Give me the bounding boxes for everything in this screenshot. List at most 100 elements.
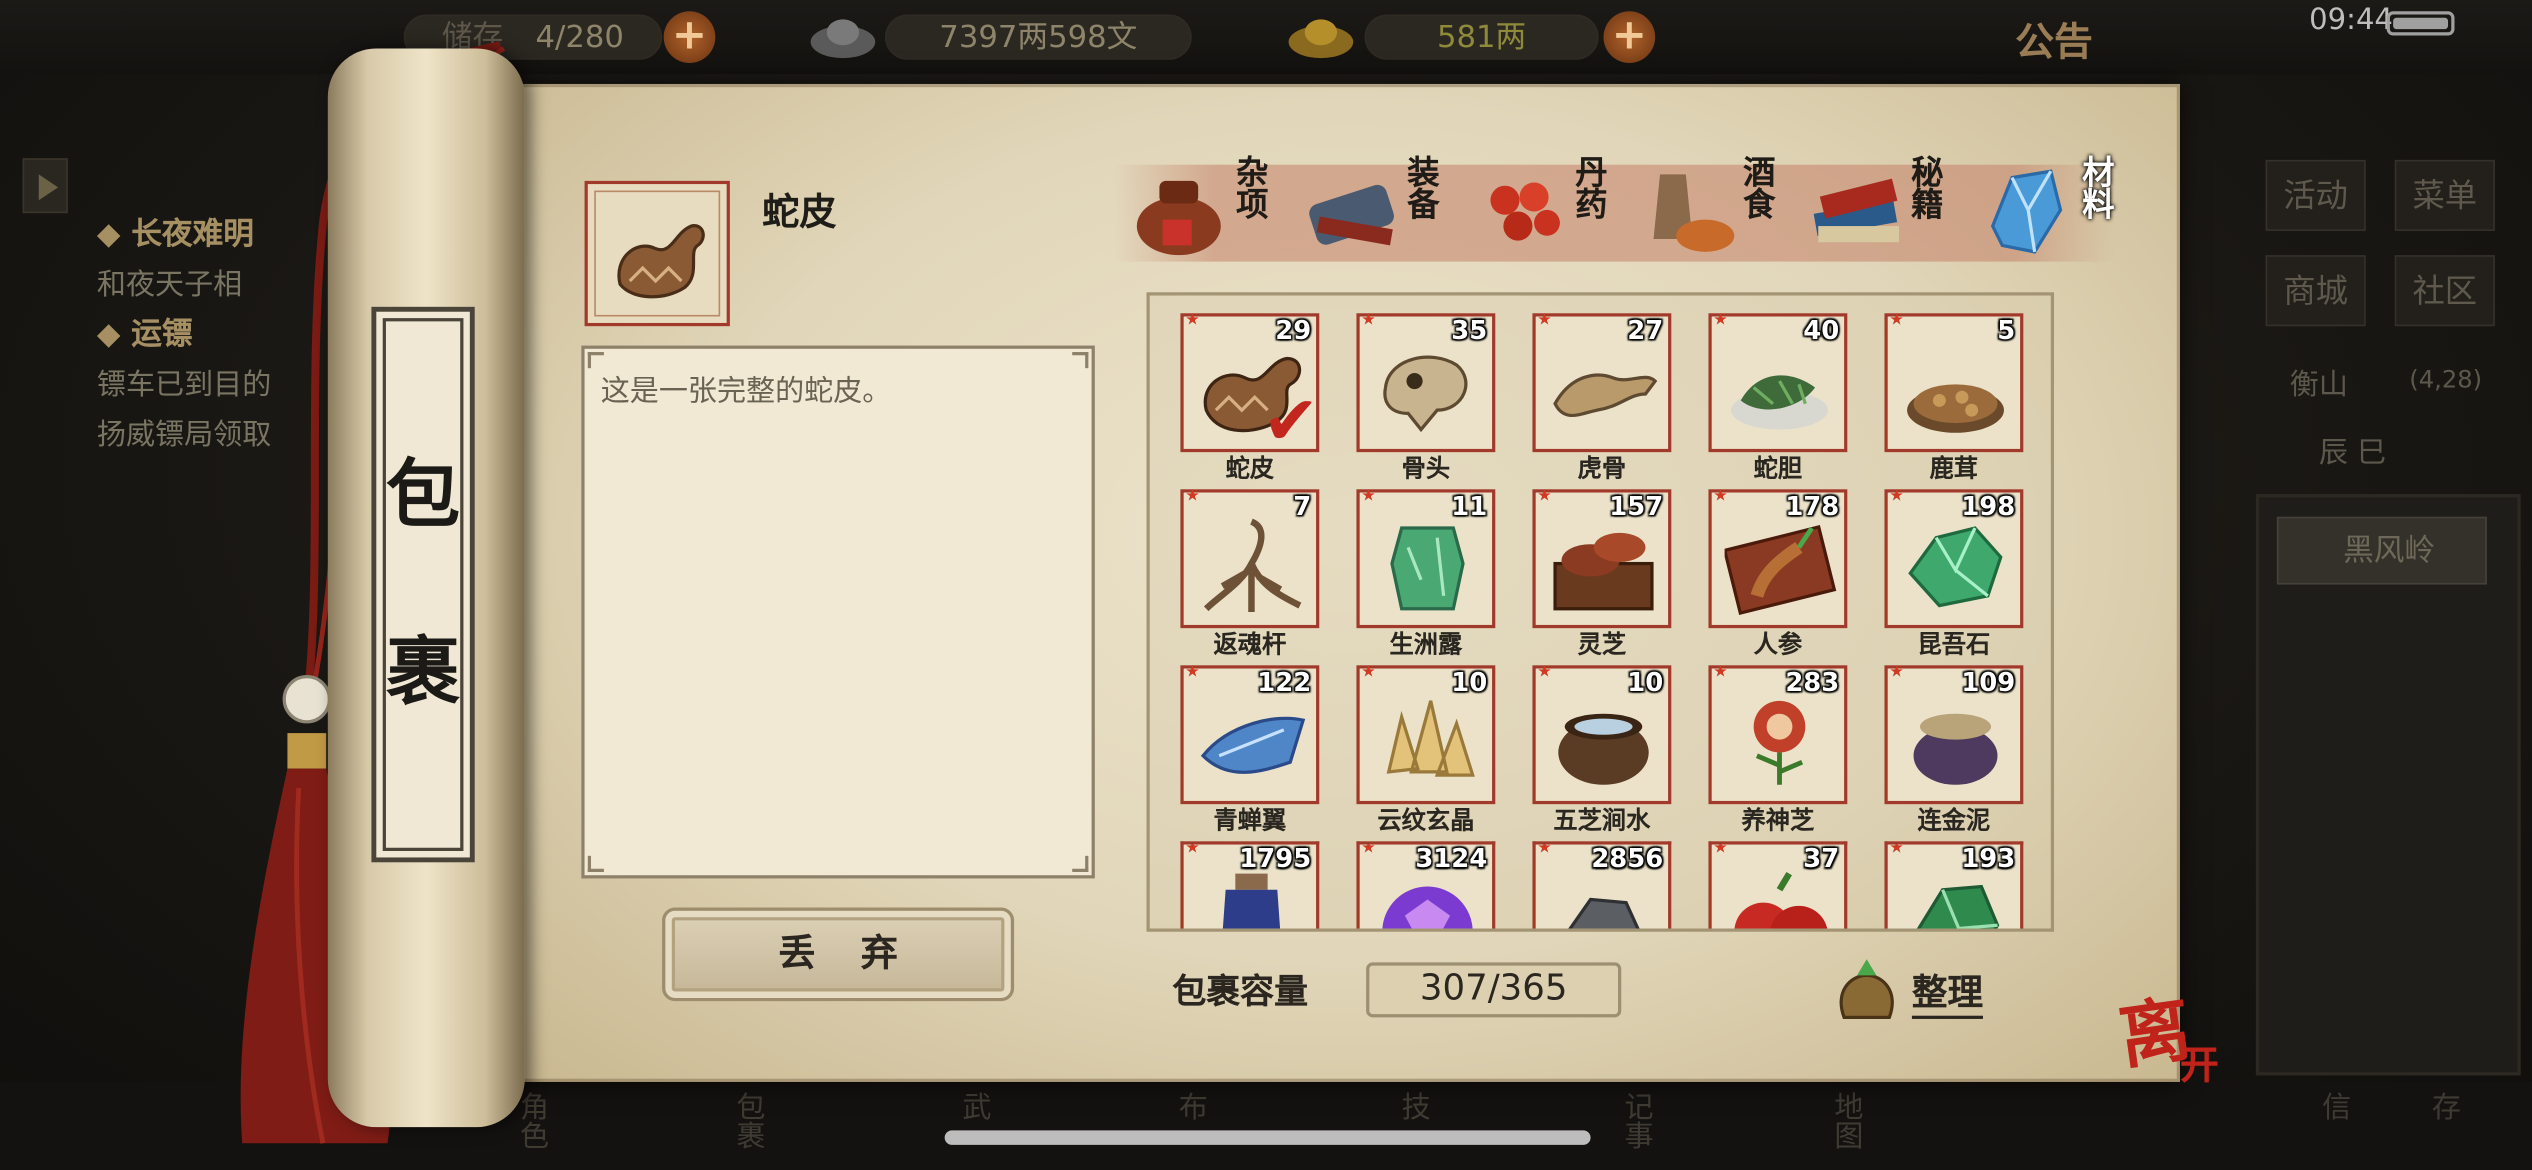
item-slot[interactable]: 7	[1180, 488, 1320, 629]
item-name: 返魂杆	[1213, 629, 1287, 659]
nav-journal[interactable]: 记事	[1615, 1092, 1657, 1150]
item-slot[interactable]: 10	[1356, 664, 1496, 805]
item-name: 鹿茸	[1929, 453, 1979, 483]
tab-label: 丹药	[1569, 155, 1609, 220]
mud-pot-icon	[1913, 713, 1998, 785]
tab-label: 酒食	[1737, 155, 1777, 220]
nav-storage[interactable]: 存	[2422, 1092, 2464, 1121]
item-name: 虎骨	[1577, 453, 1627, 483]
home-indicator[interactable]	[944, 1130, 1591, 1145]
item-slot[interactable]: 109	[1884, 664, 2024, 805]
quest-title: 运镖	[131, 316, 193, 353]
silver-ingot-icon	[810, 19, 876, 59]
item-count: 283	[1785, 666, 1840, 698]
item-name: 人参	[1753, 629, 1803, 659]
item-slot[interactable]: 198	[1884, 488, 2024, 629]
item-slot[interactable]: 11	[1356, 488, 1496, 629]
item-name: 昆吾石	[1917, 629, 1991, 659]
nav-layout[interactable]: 布	[1169, 1092, 1211, 1121]
item-slot[interactable]: 2856	[1532, 841, 1672, 929]
sort-button[interactable]: 整理	[1831, 953, 2009, 1024]
tab-label: 材料	[2076, 155, 2116, 220]
community-button[interactable]: 社区	[2394, 255, 2495, 327]
bag-title-char-2: 裹	[385, 628, 461, 716]
water-pot-icon	[1558, 713, 1649, 785]
item-name: 蛇胆	[1753, 453, 1803, 483]
lingzhi-icon	[1553, 532, 1654, 611]
notice-button[interactable]: 公告	[2015, 10, 2093, 67]
time-dial: 辰 巳	[2318, 435, 2387, 470]
nav-map[interactable]: 地图	[1825, 1092, 1867, 1150]
selected-item-icon-frame	[584, 180, 730, 327]
item-count: 7	[1293, 490, 1312, 522]
diamond-icon: ◆	[96, 316, 121, 353]
item-count: 29	[1275, 314, 1312, 346]
gold-add-button[interactable]: +	[1603, 11, 1656, 63]
item-slot[interactable]: 29✔	[1180, 312, 1320, 455]
bone-icon	[1383, 355, 1468, 433]
item-count: 122	[1257, 666, 1312, 698]
snake-gall-icon	[1731, 375, 1828, 430]
item-slot[interactable]: 1795	[1180, 841, 1320, 929]
capacity-label: 包裹容量	[1172, 972, 1308, 1011]
nav-skill[interactable]: 技	[1392, 1092, 1434, 1121]
item-slot[interactable]: 157	[1532, 488, 1672, 629]
game-screen: { "topbar": { "storage_label": "储存", "st…	[0, 0, 2532, 1170]
equipment-icon	[1309, 184, 1394, 246]
item-count: 178	[1785, 490, 1840, 522]
crystal-icon	[1990, 169, 2063, 254]
item-slot[interactable]: 27	[1532, 312, 1672, 453]
flower-icon	[1753, 700, 1806, 785]
item-count: 40	[1803, 314, 1840, 346]
antler-icon	[1907, 384, 2004, 433]
status-clock: 09:44	[2309, 3, 2393, 38]
pills-icon	[1490, 182, 1560, 241]
nav-mail[interactable]: 信	[2312, 1092, 2354, 1121]
item-count: 198	[1961, 490, 2016, 522]
activity-button[interactable]: 活动	[2265, 159, 2366, 231]
leave-char-2: 开	[2179, 1041, 2219, 1089]
place-button[interactable]: 黑风岭	[2276, 516, 2487, 585]
item-count: 35	[1451, 314, 1488, 346]
menu-button[interactable]: 菜单	[2394, 159, 2495, 231]
item-name: 五芝涧水	[1553, 805, 1651, 835]
jade-icon	[1916, 884, 2000, 929]
item-count: 10	[1451, 666, 1488, 698]
item-name: 连金泥	[1917, 805, 1991, 835]
storage-add-button[interactable]: +	[663, 11, 716, 63]
bag-title-frame	[371, 306, 475, 863]
ginseng-icon	[1724, 525, 1837, 616]
selected-item-name: 蛇皮	[762, 192, 837, 235]
item-count: 3124	[1415, 842, 1488, 874]
tab-label: 装备	[1401, 155, 1441, 220]
gold-ingot-icon	[1288, 19, 1354, 59]
item-count: 109	[1961, 666, 2016, 698]
item-count: 1795	[1239, 842, 1312, 874]
item-name: 青蝉翼	[1213, 805, 1287, 835]
expand-quest-arrow[interactable]	[22, 158, 68, 214]
place-label: 黑风岭	[2343, 532, 2436, 569]
item-count: 5	[1997, 314, 2016, 346]
blue-bottle-icon	[1222, 873, 1281, 929]
item-slot[interactable]: 35	[1356, 312, 1496, 453]
item-name: 云纹玄晶	[1377, 805, 1475, 835]
item-slot[interactable]: 178	[1708, 488, 1848, 629]
item-slot[interactable]: 122	[1180, 664, 1320, 805]
item-slot[interactable]: 3124	[1356, 841, 1496, 929]
bag-title-char-1: 包	[385, 450, 461, 538]
item-slot[interactable]: 40	[1708, 312, 1848, 453]
gold-display: 581两	[1364, 14, 1599, 60]
item-slot[interactable]: 193	[1884, 841, 2024, 929]
item-slot[interactable]: 5	[1884, 312, 2024, 453]
sort-label: 整理	[1911, 964, 1983, 1019]
drop-button[interactable]: 丢弃	[662, 907, 1015, 1002]
item-slot[interactable]: 283	[1708, 664, 1848, 805]
item-description: 这是一张完整的蛇皮。	[600, 374, 892, 409]
item-slot[interactable]: 10	[1532, 664, 1672, 805]
location-name: 衡山	[2289, 368, 2348, 403]
nav-martial[interactable]: 武	[953, 1092, 995, 1121]
shop-button[interactable]: 商城	[2265, 255, 2366, 327]
item-slot[interactable]: 37	[1708, 841, 1848, 929]
item-name: 养神芝	[1741, 805, 1815, 835]
nav-bag[interactable]: 包裹	[727, 1092, 769, 1150]
